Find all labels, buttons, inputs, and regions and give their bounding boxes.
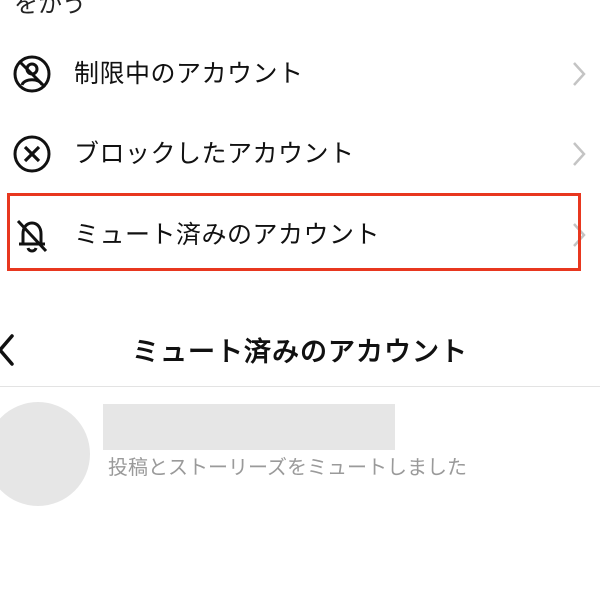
menu-item-label: 制限中のアカウント	[74, 59, 304, 88]
highlight-box	[7, 193, 581, 271]
chevron-right-icon	[573, 142, 586, 166]
mute-status-caption: 投稿とストーリーズをミュートしました	[108, 455, 467, 479]
chevron-right-icon	[573, 62, 586, 86]
menu-item-label: ブロックしたアカウント	[74, 139, 355, 168]
menu-item-restricted-accounts[interactable]: 制限中のアカウント	[0, 34, 600, 112]
page-title: ミュート済みのアカウント	[132, 337, 468, 368]
username-redacted	[103, 404, 395, 450]
avatar[interactable]	[0, 402, 90, 506]
cut-off-header-text: をかう	[14, 0, 86, 18]
restricted-icon	[13, 55, 51, 93]
muted-accounts-header: ミュート済みのアカウント	[0, 318, 600, 387]
menu-item-blocked-accounts[interactable]: ブロックしたアカウント	[0, 114, 600, 192]
blocked-icon	[13, 135, 51, 173]
